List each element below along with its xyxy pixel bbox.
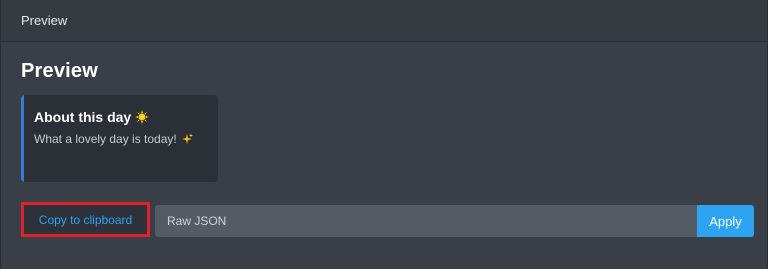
apply-button[interactable]: Apply [697, 205, 754, 237]
embed-description-row: What a lovely day is today! [34, 132, 193, 146]
embed-accent-bar [21, 95, 24, 182]
embed-title-row: About this day [34, 109, 150, 125]
preview-window: Preview Preview About this day What a lo… [0, 0, 768, 269]
embed-title: About this day [34, 109, 132, 125]
embed-description: What a lovely day is today! [34, 132, 177, 146]
sparkles-icon [181, 133, 193, 145]
copy-to-clipboard-label: Copy to clipboard [38, 212, 133, 227]
copy-to-clipboard-button[interactable]: Copy to clipboard [21, 202, 150, 237]
page-title: Preview [21, 60, 99, 82]
top-bar-title: Preview [21, 13, 68, 28]
sun-icon [135, 110, 150, 124]
top-bar: Preview [1, 0, 767, 42]
embed-preview-card: About this day What a lovely day is toda… [21, 95, 218, 182]
raw-json-input[interactable] [155, 205, 697, 237]
